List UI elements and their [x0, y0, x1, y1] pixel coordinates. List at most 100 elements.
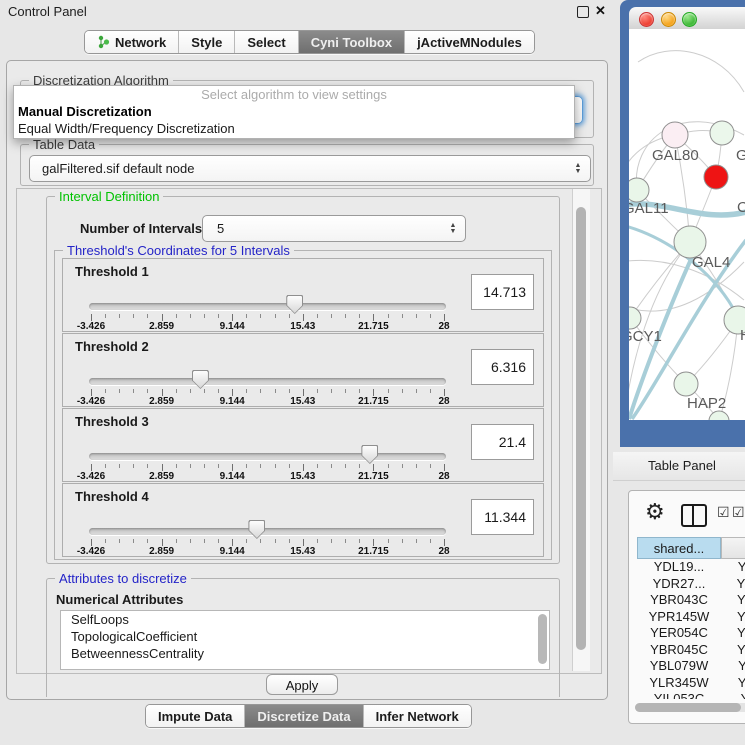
apply-button[interactable]: Apply	[266, 674, 338, 695]
tab-label: Discretize Data	[257, 709, 350, 724]
tick-mark	[105, 464, 106, 468]
tick-mark	[303, 539, 304, 546]
tab-cyni-toolbox[interactable]: Cyni Toolbox	[299, 31, 405, 53]
combo-arrows-icon: ▲▼	[445, 223, 465, 235]
threshold-label: Threshold 3	[75, 414, 149, 429]
network-node-ga[interactable]	[710, 121, 734, 145]
tick-mark	[289, 314, 290, 318]
tab-label: Network	[115, 35, 166, 50]
attribute-item-selfloops[interactable]: SelfLoops	[61, 611, 549, 628]
table-data-combobox[interactable]: galFiltered.sif default node ▲▼	[29, 155, 591, 182]
threshold-panel-1: Threshold 1-3.4262.8599.14415.4321.71528…	[62, 258, 544, 332]
network-node-hap2[interactable]	[674, 372, 698, 396]
network-canvas[interactable]: GAL80GACGAL11GAL4GCY1HHAP2	[629, 29, 745, 420]
column-header-2[interactable]: na	[721, 537, 745, 559]
table-row[interactable]: YBR045CYBR0	[637, 642, 745, 659]
tick-mark	[416, 539, 417, 543]
zoom-traffic-light-icon[interactable]	[682, 12, 697, 27]
popup-item-manual-discretization[interactable]: Manual Discretization	[14, 103, 574, 120]
table-row[interactable]: YDR27...YDR2	[637, 576, 745, 593]
threshold-value-field[interactable]: 14.713	[471, 274, 534, 310]
slider-track[interactable]	[89, 378, 446, 385]
control-panel-titlebar: Control Panel ✕	[0, 0, 613, 22]
table-row[interactable]: YIL053CYIL0	[637, 691, 745, 699]
table-row[interactable]: YBR043CYBR0	[637, 592, 745, 609]
attribute-item-betweennesscentrality[interactable]: BetweennessCentrality	[61, 645, 549, 662]
table-row[interactable]: YDL19...YDL1	[637, 559, 745, 576]
slider-track[interactable]	[89, 528, 446, 535]
list-scrollbar-thumb[interactable]	[538, 614, 547, 664]
vertical-scrollbar[interactable]	[572, 189, 590, 671]
tick-mark	[373, 464, 374, 471]
attributes-list[interactable]: SelfLoopsTopologicalCoefficientBetweenne…	[60, 610, 550, 670]
network-node-gal11[interactable]	[629, 178, 649, 202]
tick-label: 21.715	[349, 321, 397, 332]
tick-mark	[176, 539, 177, 543]
tick-mark	[373, 389, 374, 396]
tick-mark	[359, 314, 360, 318]
table-cell: YER0	[721, 625, 745, 642]
num-intervals-combobox[interactable]: 5 ▲▼	[202, 215, 466, 242]
tick-mark	[402, 539, 403, 543]
table-row[interactable]: YER054CYER0	[637, 625, 745, 642]
tick-mark	[430, 389, 431, 393]
tick-label: 9.144	[208, 471, 256, 482]
scrollbar-thumb[interactable]	[576, 207, 586, 650]
table-row[interactable]: YLR345WYLR3	[637, 675, 745, 692]
column-header-1[interactable]: shared...	[637, 537, 721, 559]
checkbox-icon[interactable]: ☑	[717, 504, 730, 521]
slider-thumb[interactable]	[361, 445, 378, 464]
slider-track[interactable]	[89, 453, 446, 460]
threshold-value-field[interactable]: 11.344	[471, 499, 534, 535]
tick-mark	[331, 389, 332, 393]
tick-mark	[119, 539, 120, 543]
tab-discretize-data[interactable]: Discretize Data	[245, 705, 363, 727]
slider-thumb[interactable]	[192, 370, 209, 389]
tick-mark	[246, 314, 247, 318]
threshold-value-field[interactable]: 21.4	[471, 424, 534, 460]
threshold-value-field[interactable]: 6.316	[471, 349, 534, 385]
scrollbar-thumb[interactable]	[635, 703, 741, 712]
table-row[interactable]: YBL079WYBL0	[637, 658, 745, 675]
tick-mark	[317, 389, 318, 393]
tick-mark	[204, 539, 205, 543]
tick-mark	[430, 464, 431, 468]
attribute-item-topologicalcoefficient[interactable]: TopologicalCoefficient	[61, 628, 549, 645]
tab-select[interactable]: Select	[235, 31, 298, 53]
slider-thumb[interactable]	[286, 295, 303, 314]
top-tab-bar: Network StyleSelectCyni ToolboxjActiveMNo…	[84, 30, 535, 54]
table-cell: YBR0	[721, 592, 745, 609]
gear-icon[interactable]: ⚙	[645, 499, 665, 525]
float-window-icon[interactable]	[577, 6, 589, 18]
tick-mark	[119, 464, 120, 468]
close-traffic-light-icon[interactable]	[639, 12, 654, 27]
split-columns-icon[interactable]	[681, 504, 707, 527]
popup-item-equal-width-frequency-discretization[interactable]: Equal Width/Frequency Discretization	[14, 120, 574, 137]
close-icon[interactable]: ✕	[595, 3, 606, 19]
tick-mark	[303, 464, 304, 471]
tab-style[interactable]: Style	[179, 31, 235, 53]
network-edge[interactable]	[638, 51, 744, 92]
table-row[interactable]: YPR145WYPR1	[637, 609, 745, 626]
tab-infer-network[interactable]: Infer Network	[364, 705, 471, 727]
tick-mark	[176, 389, 177, 393]
tab-jactivemnodules[interactable]: jActiveMNodules	[405, 31, 534, 53]
popup-item-select-algorithm-to-view-settings[interactable]: Select algorithm to view settings	[14, 86, 574, 103]
group-title: Table Data	[29, 137, 99, 152]
tick-label: 28	[420, 471, 468, 482]
slider-track[interactable]	[89, 303, 446, 310]
tick-label: 28	[420, 321, 468, 332]
slider-thumb[interactable]	[248, 520, 265, 539]
network-node-gal80[interactable]	[662, 122, 688, 148]
checkbox-icon[interactable]: ☑	[732, 504, 745, 521]
horizontal-scrollbar[interactable]	[635, 703, 745, 712]
tab-impute-data[interactable]: Impute Data	[146, 705, 245, 727]
minimize-traffic-light-icon[interactable]	[661, 12, 676, 27]
network-node-c[interactable]	[704, 165, 728, 189]
tab-network[interactable]: Network	[85, 31, 179, 53]
table-panel-title: Table Panel	[648, 458, 716, 473]
combo-value: galFiltered.sif default node	[30, 161, 570, 176]
tick-mark	[190, 389, 191, 393]
tick-label: 15.43	[279, 471, 327, 482]
tick-mark	[388, 539, 389, 543]
